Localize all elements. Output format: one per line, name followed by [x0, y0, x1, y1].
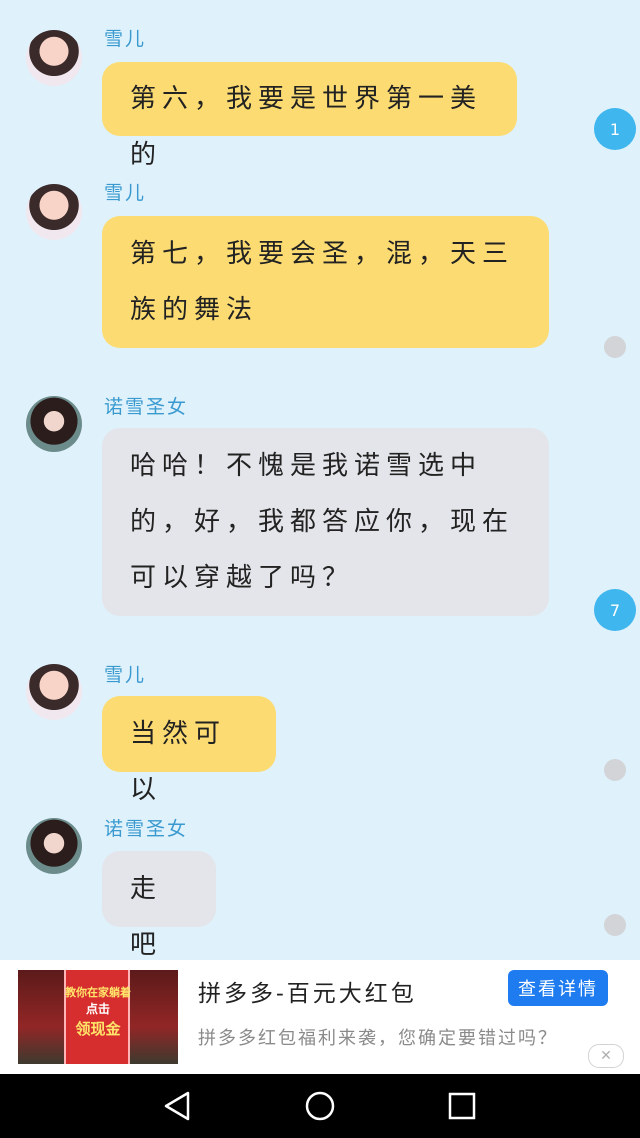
avatar[interactable] [26, 664, 82, 720]
message-bubble[interactable]: 第七，我要会圣，混，天三族的舞法 [102, 216, 549, 348]
avatar[interactable] [26, 30, 82, 86]
message-bubble[interactable]: 走吧 [102, 851, 216, 960]
chat-area[interactable]: 雪儿 第六，我要是世界第一美的 1 雪儿 第七，我要会圣，混，天三族的舞法 诺雪… [0, 0, 640, 960]
avatar[interactable] [26, 396, 82, 452]
ad-image-text: 领现金 [75, 1020, 121, 1038]
sender-name: 雪儿 [104, 182, 147, 204]
read-indicator [604, 914, 626, 936]
read-indicator [604, 336, 626, 358]
read-indicator [604, 759, 626, 781]
back-triangle-icon[interactable] [162, 1090, 194, 1122]
ad-title[interactable]: 拼多多-百元大红包 [198, 974, 417, 1008]
close-icon[interactable]: ✕ [588, 1044, 624, 1068]
sender-name: 诺雪圣女 [104, 818, 189, 840]
ad-image-text: 教你在家躺着 [65, 986, 131, 999]
message-bubble[interactable]: 当然可以 [102, 696, 276, 805]
ad-description: 拼多多红包福利来袭，您确定要错过吗？ [198, 1028, 558, 1049]
message-bubble[interactable]: 第六，我要是世界第一美的 [102, 62, 517, 170]
view-details-button[interactable]: 查看详情 [508, 970, 608, 1006]
ad-image[interactable]: 教你在家躺着 点击 领现金 [18, 970, 178, 1064]
sender-name: 雪儿 [104, 664, 147, 686]
ad-image-text: 点击 [85, 1002, 110, 1016]
ad-banner[interactable]: 教你在家躺着 点击 领现金 拼多多-百元大红包 拼多多红包福利来袭，您确定要错过… [0, 960, 640, 1074]
message-bubble[interactable]: 哈哈！不愧是我诺雪选中的，好，我都答应你，现在可以穿越了吗？ [102, 428, 549, 616]
system-nav-bar [0, 1074, 640, 1138]
home-circle-icon[interactable] [304, 1090, 336, 1122]
sender-name: 诺雪圣女 [104, 396, 189, 418]
avatar[interactable] [26, 184, 82, 240]
chapter-badge[interactable]: 1 [594, 108, 636, 150]
avatar[interactable] [26, 818, 82, 874]
sender-name: 雪儿 [104, 28, 147, 50]
recents-square-icon[interactable] [446, 1090, 478, 1122]
chapter-badge[interactable]: 7 [594, 589, 636, 631]
